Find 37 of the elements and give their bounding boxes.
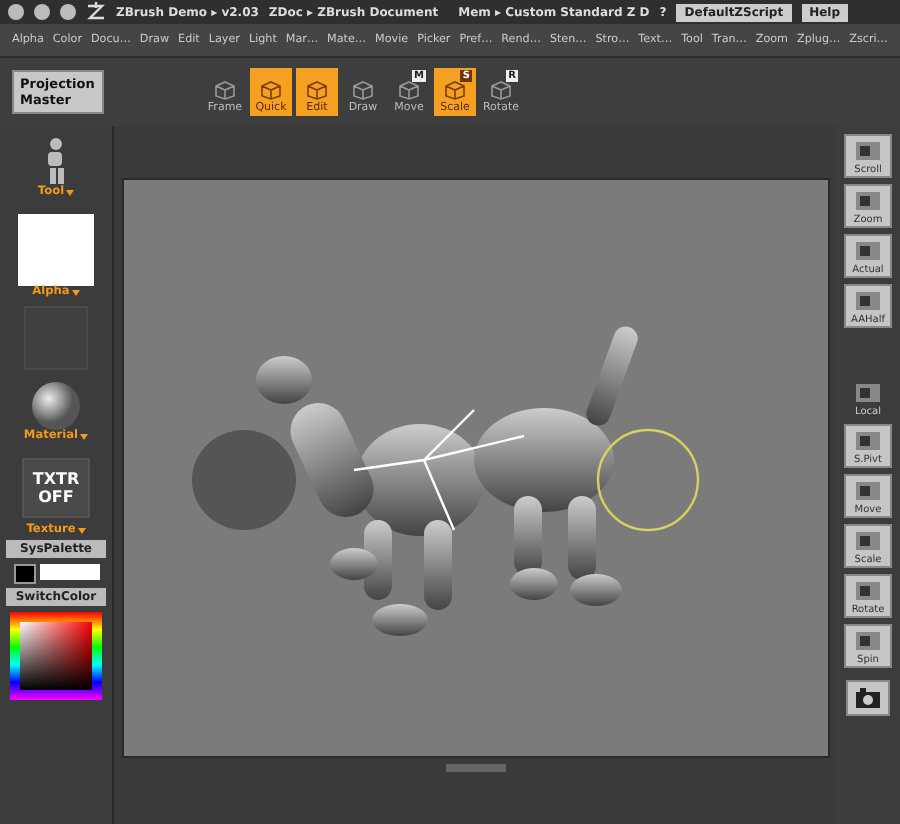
caret-icon [66,189,75,195]
color-swatch[interactable] [13,564,35,584]
resize-handle[interactable] [445,764,505,772]
logo-icon [86,2,106,22]
cube-icon [260,80,282,100]
tool-icon [854,530,882,552]
color-swatch[interactable] [39,564,99,580]
tool-icon [854,190,882,212]
caret-icon [71,289,80,295]
tool-icon [854,630,882,652]
camera-button[interactable] [846,680,890,716]
cube-icon [306,80,328,100]
tool-icon [854,480,882,502]
brush-cursor [596,428,700,532]
caret-icon [80,433,89,439]
close-icon[interactable] [8,4,24,20]
tool-icon [854,240,882,262]
maximize-icon[interactable] [60,4,76,20]
caret-icon [77,527,86,533]
sphere-icon[interactable] [32,382,80,430]
minimize-icon[interactable] [34,4,50,20]
canvas-viewport[interactable] [122,178,830,758]
camera-icon [856,688,880,708]
cube-icon [398,80,420,100]
tool-icon [854,382,882,404]
texture-button[interactable]: TXTR OFF [22,458,90,518]
tool-icon [854,580,882,602]
tool-icon [854,140,882,162]
cube-icon [444,80,466,100]
tool-icon [854,290,882,312]
cube-icon [214,80,236,100]
dog-model-drawing[interactable] [192,323,642,636]
tool-icon [854,430,882,452]
color-picker[interactable] [10,612,102,700]
cube-icon [352,80,374,100]
robot-icon[interactable] [42,138,70,186]
cube-icon [490,80,512,100]
